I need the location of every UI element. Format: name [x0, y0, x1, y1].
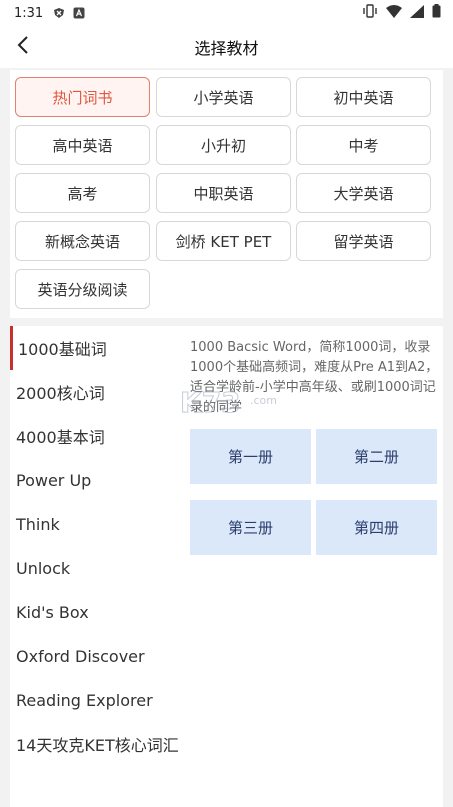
category-label: 小学英语 — [193, 88, 254, 107]
list-item-label: Power Up — [16, 470, 92, 490]
list-item[interactable]: Think — [10, 502, 182, 546]
volume-3-button[interactable]: 第三册 — [190, 500, 311, 555]
list-item-label: Think — [16, 514, 60, 534]
category-label: 初中英语 — [333, 88, 394, 107]
category-label: 中考 — [348, 136, 379, 155]
signal-icon — [410, 4, 424, 22]
category-zhongkao[interactable]: 中考 — [296, 125, 431, 165]
list-item[interactable]: 14天攻克KET核心词汇 — [10, 722, 182, 766]
word-list: 1000基础词 2000核心词 4000基本词 Power Up Think U… — [10, 326, 182, 807]
list-item[interactable]: 2000核心词 — [10, 370, 182, 414]
a-icon — [73, 7, 85, 19]
list-item[interactable]: Kid's Box — [10, 590, 182, 634]
list-item[interactable]: Power Up — [10, 458, 182, 502]
volume-1-button[interactable]: 第一册 — [190, 429, 311, 484]
list-item[interactable]: Oxford Discover — [10, 634, 182, 678]
volume-4-button[interactable]: 第四册 — [316, 500, 437, 555]
list-item-label: 14天攻克KET核心词汇 — [16, 736, 179, 755]
word-list-panel: 1000基础词 2000核心词 4000基本词 Power Up Think U… — [10, 326, 443, 807]
book-description: 1000 Bacsic Word，简称1000词，收录1000个基础高频词，难度… — [190, 340, 439, 415]
category-senior-english[interactable]: 高中英语 — [15, 125, 150, 165]
title-bar: 选择教材 — [0, 26, 453, 68]
category-label: 大学英语 — [333, 184, 394, 203]
list-item-label: Reading Explorer — [16, 690, 153, 710]
category-panel: 热门词书 小学英语 初中英语 高中英语 小升初 中考 高考 中职英语 大学英语 … — [10, 70, 443, 318]
chevron-left-icon — [16, 36, 30, 58]
category-primary-to-junior[interactable]: 小升初 — [156, 125, 291, 165]
category-primary-english[interactable]: 小学英语 — [156, 77, 291, 117]
category-study-abroad[interactable]: 留学英语 — [296, 221, 431, 261]
status-bar: 1:31 — [0, 0, 453, 26]
back-button[interactable] — [10, 34, 36, 60]
list-item-label: Oxford Discover — [16, 646, 145, 666]
category-label: 高中英语 — [52, 136, 113, 155]
category-cambridge-ket-pet[interactable]: 剑桥 KET PET — [156, 221, 291, 261]
category-junior-english[interactable]: 初中英语 — [296, 77, 431, 117]
volume-label: 第一册 — [227, 448, 273, 466]
category-vocational-english[interactable]: 中职英语 — [156, 173, 291, 213]
category-label: 新概念英语 — [44, 232, 120, 251]
list-item-label: Kid's Box — [16, 602, 89, 622]
list-item[interactable]: Unlock — [10, 546, 182, 590]
list-item-label: Unlock — [16, 558, 71, 578]
list-item-label: 1000基础词 — [18, 340, 107, 359]
list-item-label: 4000基本词 — [16, 428, 105, 447]
list-item-label: 2000核心词 — [16, 384, 105, 403]
category-label: 小升初 — [200, 136, 246, 155]
category-hot-books[interactable]: 热门词书 — [15, 77, 150, 117]
category-label: 剑桥 KET PET — [175, 232, 272, 251]
list-item[interactable]: Reading Explorer — [10, 678, 182, 722]
category-label: 英语分级阅读 — [37, 280, 128, 299]
category-label: 留学英语 — [333, 232, 394, 251]
category-graded-reading[interactable]: 英语分级阅读 — [15, 269, 150, 309]
page-title: 选择教材 — [194, 39, 259, 58]
volume-label: 第三册 — [227, 519, 273, 537]
battery-icon — [432, 4, 441, 22]
category-new-concept[interactable]: 新概念英语 — [15, 221, 150, 261]
volume-label: 第四册 — [353, 519, 399, 537]
category-college-english[interactable]: 大学英语 — [296, 173, 431, 213]
list-item[interactable]: 1000基础词 — [10, 326, 182, 370]
status-time: 1:31 — [14, 5, 44, 21]
category-label: 热门词书 — [52, 88, 113, 107]
list-item[interactable]: 4000基本词 — [10, 414, 182, 458]
category-gaokao[interactable]: 高考 — [15, 173, 150, 213]
category-label: 高考 — [67, 184, 98, 203]
vibrate-icon — [362, 4, 378, 22]
shield-icon — [53, 7, 65, 19]
wifi-icon — [386, 4, 402, 22]
volume-2-button[interactable]: 第二册 — [316, 429, 437, 484]
volume-label: 第二册 — [353, 448, 399, 466]
category-label: 中职英语 — [193, 184, 254, 203]
